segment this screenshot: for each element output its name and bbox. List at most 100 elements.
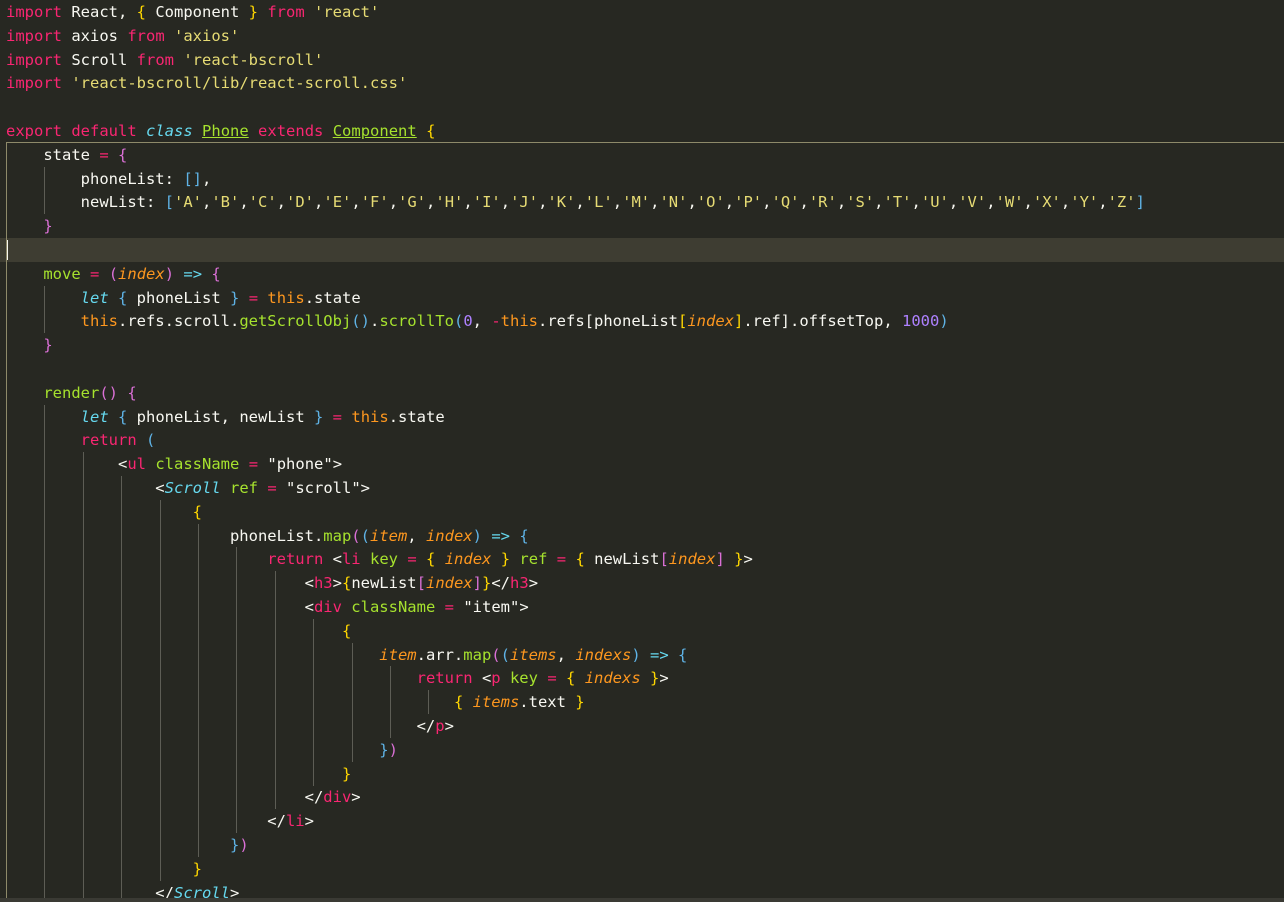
code-line[interactable]: } (0, 856, 1284, 881)
code-line[interactable]: return ( (0, 428, 1284, 453)
code-line[interactable]: this.refs.scroll.getScrollObj().scrollTo… (0, 309, 1284, 334)
code-token: 'O' (696, 193, 725, 212)
code-token: = (267, 479, 277, 497)
code-line[interactable]: }) (0, 737, 1284, 762)
code-line[interactable]: <h3>{newList[index]}</h3> (0, 571, 1284, 596)
code-token: , (407, 526, 426, 545)
code-line[interactable]: import 'react-bscroll/lib/react-scroll.c… (0, 71, 1284, 95)
code-line[interactable]: } (0, 333, 1284, 358)
code-line[interactable]: let { phoneList } = this.state (0, 285, 1284, 310)
code-line[interactable]: { (0, 618, 1284, 643)
code-token: indexs (575, 645, 632, 664)
code-token: index (118, 264, 165, 283)
code-token: => (183, 264, 203, 283)
code-token: phoneList. (6, 526, 324, 545)
code-token: export (6, 122, 62, 140)
code-token: { (426, 550, 436, 569)
code-line[interactable]: export default class Phone extends Compo… (0, 119, 1284, 143)
code-token: { (519, 526, 529, 545)
code-token: p (435, 717, 445, 735)
code-text: render() { (6, 381, 136, 405)
code-line[interactable]: phoneList.map((item, index) => { (0, 523, 1284, 548)
code-line[interactable]: } (0, 214, 1284, 239)
code-token: 'H' (435, 193, 464, 212)
code-line[interactable]: <Scroll ref = "scroll"> (0, 476, 1284, 500)
code-token: , (874, 193, 884, 212)
code-token: index (687, 312, 734, 331)
code-editor[interactable]: import React, { Component } from 'react'… (0, 0, 1284, 902)
code-token: let (80, 288, 109, 307)
code-line[interactable]: { items.text } (0, 690, 1284, 715)
code-token: p (491, 669, 501, 688)
code-token: [ (677, 312, 688, 331)
code-line[interactable]: render() { (0, 380, 1284, 405)
code-token: phoneList (127, 288, 230, 307)
code-text: } (6, 762, 351, 786)
code-token: ] (472, 574, 482, 593)
code-token: indexs (584, 669, 641, 688)
code-token: this (351, 407, 389, 426)
code-line[interactable]: { (0, 499, 1284, 524)
code-token: 'P' (734, 193, 763, 212)
code-line[interactable]: item.arr.map((items, indexs) => { (0, 642, 1284, 667)
code-line[interactable]: <div className = "item"> (0, 595, 1284, 619)
code-line[interactable]: return <li key = { index } ref = { newLi… (0, 547, 1284, 572)
code-text: let { phoneList } = this.state (6, 286, 361, 310)
code-line[interactable]: import React, { Component } from 'react' (0, 0, 1284, 24)
code-token: { (566, 669, 576, 688)
code-token: ( (453, 312, 464, 331)
code-token: 'Y' (1070, 193, 1099, 212)
code-token: ul (127, 455, 146, 474)
code-line[interactable]: let { phoneList, newList } = this.state (0, 404, 1284, 429)
code-line[interactable]: import axios from 'axios' (0, 24, 1284, 48)
code-token: newList: (6, 193, 165, 212)
code-line[interactable]: } (0, 761, 1284, 786)
code-line[interactable]: }) (0, 833, 1284, 857)
code-token: items (509, 645, 557, 664)
code-line[interactable]: state = { (0, 142, 1284, 167)
code-line[interactable]: <ul className = "phone"> (0, 452, 1284, 477)
code-token: { (426, 122, 436, 140)
code-token: > (444, 717, 454, 735)
code-line[interactable] (0, 357, 1284, 381)
code-line[interactable]: </li> (0, 809, 1284, 834)
code-line[interactable]: </div> (0, 785, 1284, 810)
horizontal-scrollbar-track[interactable] (0, 898, 1284, 902)
code-line[interactable]: newList: ['A','B','C','D','E','F','G','H… (0, 190, 1284, 215)
code-line[interactable] (0, 238, 1284, 262)
code-line[interactable]: </p> (0, 714, 1284, 738)
code-line[interactable]: phoneList: [], (0, 166, 1284, 191)
code-token: > (519, 598, 529, 616)
code-token: ( (146, 431, 156, 450)
code-token: map (323, 526, 352, 545)
code-token: items (472, 693, 520, 712)
code-token: } (43, 217, 53, 236)
code-token: } (500, 550, 511, 569)
code-token: = (332, 407, 343, 426)
code-line[interactable]: return <p key = { indexs }> (0, 666, 1284, 691)
code-token: "scroll" (286, 479, 361, 497)
code-token: newList (351, 574, 417, 593)
code-token: = (407, 550, 417, 569)
code-token: from (267, 3, 305, 21)
code-token: , (463, 193, 473, 212)
code-token: > (528, 574, 539, 593)
code-line[interactable]: import Scroll from 'react-bscroll' (0, 48, 1284, 72)
code-token: 'D' (286, 193, 315, 212)
code-token: 'R' (808, 193, 837, 212)
code-token: [ (659, 550, 669, 569)
code-line[interactable]: move = (index) => { (0, 261, 1284, 286)
code-line[interactable] (0, 95, 1284, 119)
code-token: Component (146, 3, 249, 21)
code-token: className (351, 598, 436, 616)
code-token: < (6, 455, 128, 474)
code-token: 'A' (173, 193, 202, 212)
code-text: { (6, 619, 351, 643)
code-token: .arr. (416, 645, 464, 664)
